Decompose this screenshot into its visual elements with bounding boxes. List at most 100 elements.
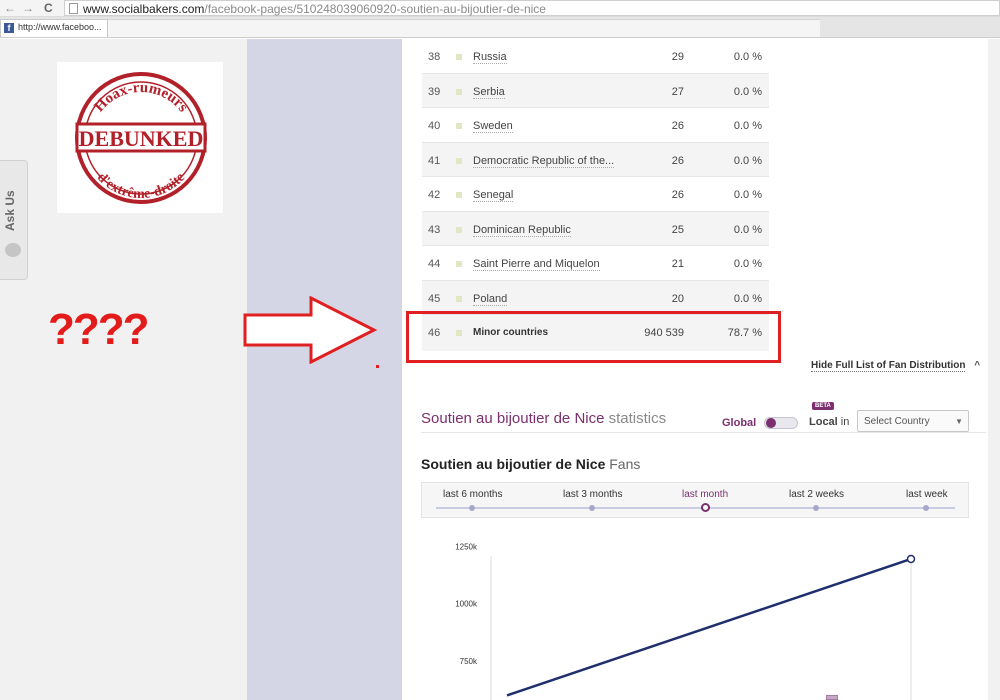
row-country[interactable]: Senegal <box>473 189 514 202</box>
stamp-center-text: DEBUNKED <box>79 126 204 151</box>
row-rank: 45 <box>428 292 441 305</box>
row-fans: 20 <box>671 292 684 305</box>
statistics-page-name: Soutien au bijoutier de Nice <box>421 410 605 427</box>
row-country[interactable]: Poland <box>473 293 508 306</box>
row-color-swatch <box>456 261 462 267</box>
timeframe-track <box>436 507 955 509</box>
row-rank: 39 <box>428 85 441 98</box>
local-in-text: in <box>840 416 850 428</box>
row-percent: 0.0 % <box>733 120 762 132</box>
row-percent: 0.0 % <box>733 85 762 98</box>
red-dot-annotation <box>376 365 379 368</box>
timeframe-option[interactable]: last 6 months <box>443 489 502 500</box>
timeframe-option[interactable]: last week <box>906 489 948 500</box>
red-highlight-box <box>406 311 781 363</box>
country-row: 40 Sweden 26 0.0 % <box>422 108 769 143</box>
timeframe-option[interactable]: last 2 weeks <box>789 489 844 500</box>
browser-tab[interactable]: f http://www.faceboo... <box>0 19 108 37</box>
row-color-swatch <box>456 226 462 233</box>
ask-us-label: Ask Us <box>3 190 17 231</box>
row-country[interactable]: Dominican Republic <box>473 224 571 237</box>
chat-bubble-icon <box>5 243 21 257</box>
hide-link-text: Hide Full List of Fan Distribution <box>811 360 966 372</box>
row-country[interactable]: Democratic Republic of the... <box>473 155 615 168</box>
row-country[interactable]: Serbia <box>473 86 505 99</box>
ask-us-tab[interactable]: Ask Us <box>0 160 28 280</box>
data-point[interactable] <box>906 554 916 564</box>
row-fans: 25 <box>671 223 684 236</box>
global-local-toggle[interactable] <box>764 417 798 429</box>
timeframe-dot[interactable] <box>701 503 710 512</box>
y-tick-label: 1000k <box>455 600 478 609</box>
row-percent: 0.0 % <box>733 292 762 305</box>
forward-icon[interactable]: → <box>22 1 34 15</box>
timeframe-dot[interactable] <box>813 505 819 511</box>
debunked-stamp-logo: Hoax-rumeurs DEBUNKED d'extrême-droite <box>57 62 223 213</box>
toggle-knob <box>766 418 776 428</box>
select-country-value: Select Country <box>864 416 930 427</box>
row-fans: 26 <box>671 154 684 167</box>
country-row: 44 Saint Pierre and Miquelon 21 0.0 % <box>422 246 769 281</box>
fans-suffix: Fans <box>609 456 641 472</box>
row-percent: 0.0 % <box>733 154 762 167</box>
row-color-swatch <box>456 295 462 302</box>
row-rank: 41 <box>428 154 441 167</box>
row-country[interactable]: Saint Pierre and Miquelon <box>473 258 600 271</box>
timeframe-option[interactable]: last month <box>682 489 728 500</box>
timeframe-option[interactable]: last 3 months <box>563 489 622 500</box>
row-percent: 0.0 % <box>733 51 762 63</box>
row-percent: 0.0 % <box>733 223 762 236</box>
fans-heading: Soutien au bijoutier de Nice Fans <box>421 456 640 472</box>
url-field[interactable]: www.socialbakers.com/facebook-pages/5102… <box>64 0 1000 16</box>
chevron-down-icon: ▼ <box>955 417 963 426</box>
beta-badge: BETA <box>812 402 834 410</box>
question-marks-annotation: ???? <box>48 305 150 354</box>
timeframe-dot[interactable] <box>923 505 929 511</box>
address-bar: ← → C www.socialbakers.com/facebook-page… <box>0 0 1000 17</box>
row-fans: 27 <box>671 85 684 98</box>
statistics-suffix: statistics <box>608 410 667 427</box>
country-table: 38 Russia 29 0.0 % 39 Serbia 27 0.0 % 40 Sweden 26… <box>422 39 769 315</box>
country-row: 39 Serbia 27 0.0 % <box>422 73 769 108</box>
row-color-swatch <box>456 192 462 198</box>
row-color-swatch <box>456 88 462 95</box>
country-row: 43 Dominican Republic 25 0.0 % <box>422 211 769 246</box>
reload-icon[interactable]: C <box>44 1 53 15</box>
tab-bar-fill <box>108 19 820 37</box>
y-tick-label: 750k <box>460 657 478 666</box>
statistics-divider <box>421 432 986 433</box>
facebook-icon: f <box>4 23 14 33</box>
hide-fan-distribution-link[interactable]: Hide Full List of Fan Distribution ^ <box>811 360 980 372</box>
sidebar-strip <box>247 39 402 700</box>
chart-legend-swatch <box>826 695 838 700</box>
red-arrow-annotation <box>243 296 378 364</box>
local-label: Local in <box>809 416 849 428</box>
statistics-heading: Soutien au bijoutier de Nice statistics <box>421 410 666 427</box>
timeframe-selector <box>421 482 969 518</box>
country-row: 41 Democratic Republic of the... 26 0.0 % <box>422 142 769 177</box>
country-row: 38 Russia 29 0.0 % <box>422 39 769 74</box>
page-icon <box>69 3 78 14</box>
country-row: 42 Senegal 26 0.0 % <box>422 177 769 212</box>
row-rank: 43 <box>428 223 441 236</box>
select-country-dropdown[interactable]: Select Country ▼ <box>857 410 969 432</box>
timeframe-dot[interactable] <box>589 505 595 511</box>
row-country[interactable]: Russia <box>473 51 507 64</box>
row-fans: 26 <box>671 120 684 132</box>
row-fans: 29 <box>671 51 684 63</box>
row-rank: 40 <box>428 120 441 132</box>
svg-text:d'extrême-droite: d'extrême-droite <box>94 170 188 202</box>
country-row: 45 Poland 20 0.0 % <box>422 280 769 315</box>
fans-line-chart: 1250k 1000k 750k <box>455 542 916 700</box>
row-fans: 26 <box>671 189 684 201</box>
y-tick-label: 1250k <box>455 542 478 551</box>
series-line <box>506 557 912 697</box>
back-icon[interactable]: ← <box>4 1 16 15</box>
url-host: www.socialbakers.com <box>83 2 205 16</box>
row-fans: 21 <box>671 258 684 270</box>
global-label: Global <box>722 417 757 429</box>
row-country[interactable]: Sweden <box>473 120 513 133</box>
row-rank: 38 <box>428 51 441 63</box>
timeframe-dot[interactable] <box>469 505 475 511</box>
row-percent: 0.0 % <box>733 189 762 201</box>
